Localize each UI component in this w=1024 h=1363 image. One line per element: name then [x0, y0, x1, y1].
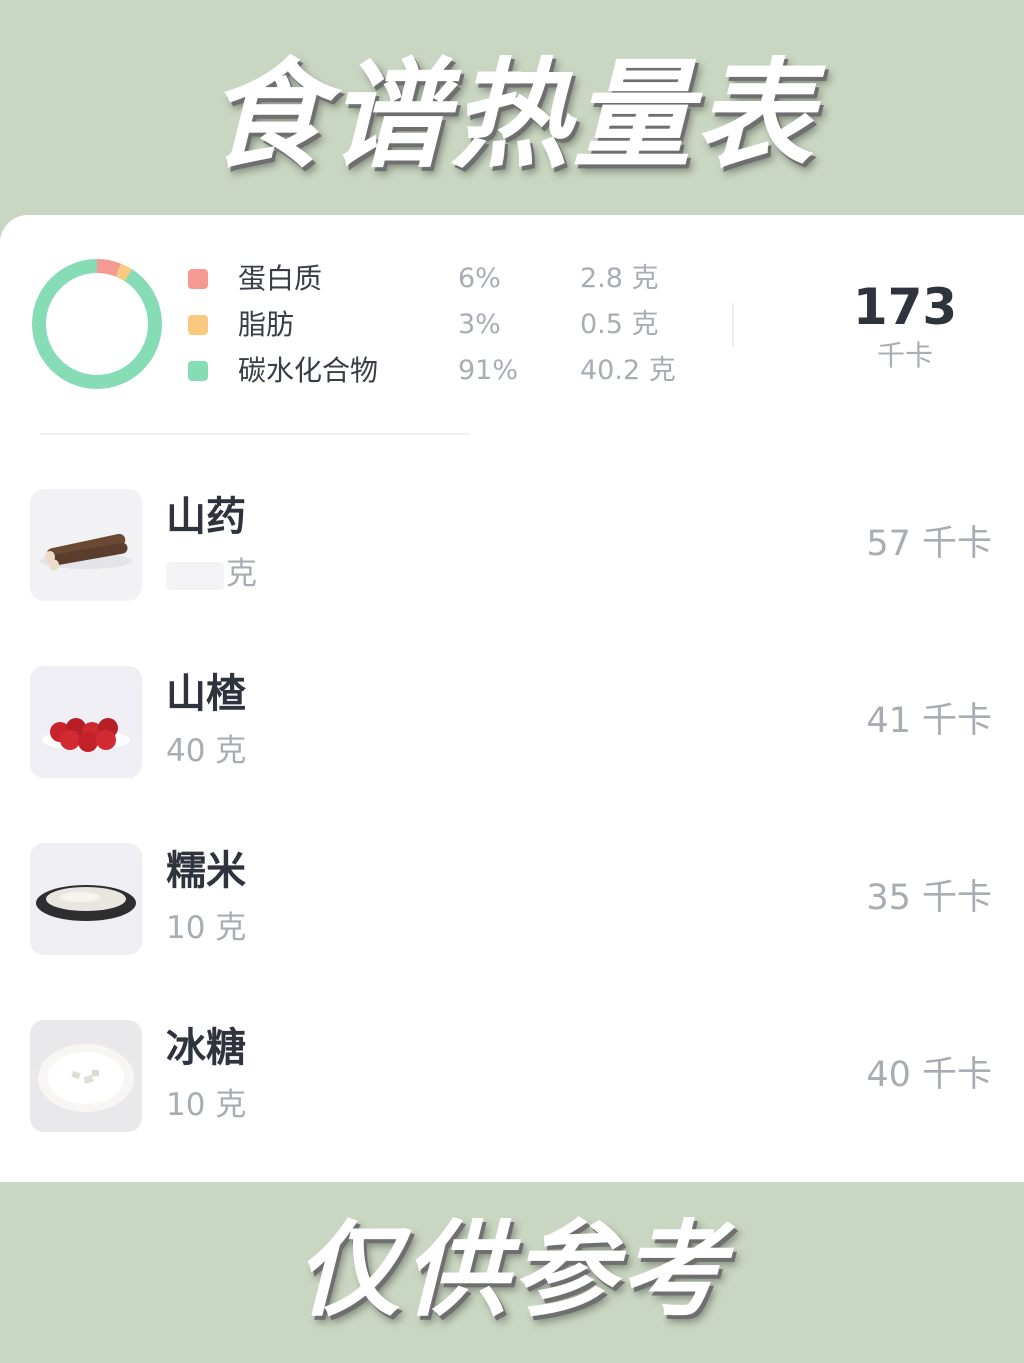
legend-label: 蛋白质	[238, 262, 323, 295]
legend-label: 碳水化合物	[238, 354, 379, 387]
macro-legend: 蛋白质 6% 2.8 克 脂肪 3% 0.5 克 碳水化合物 91% 40.2 …	[188, 259, 708, 397]
rice-image	[30, 843, 142, 955]
legend-percent: 6%	[458, 263, 501, 294]
fat-color-dot	[188, 315, 208, 335]
protein-color-dot	[188, 269, 208, 289]
legend-percent: 91%	[458, 355, 519, 386]
total-calories: 173	[852, 278, 958, 336]
ingredient-weight: 10 克	[166, 910, 247, 946]
ingredient-name: 山药	[166, 494, 246, 540]
carbs-color-dot	[188, 361, 208, 381]
legend-percent: 3%	[458, 309, 501, 340]
ingredient-name: 糯米	[166, 848, 246, 894]
donut-slice-carbs	[32, 259, 162, 389]
total-calories-unit: 千卡	[876, 339, 933, 372]
ingredient-calories: 35 千卡	[866, 878, 992, 918]
disclaimer-title: 仅供参考	[295, 1209, 728, 1331]
ingredient-weight: 10 克	[166, 1087, 247, 1123]
legend-amount: 40.2 克	[580, 355, 676, 386]
section-divider	[40, 433, 470, 435]
ingredient-calories: 41 千卡	[866, 701, 992, 741]
ingredient-weight-unit: 克	[226, 556, 257, 592]
ingredient-calories: 40 千卡	[866, 1055, 992, 1095]
summary-divider	[732, 303, 734, 347]
legend-row-protein: 蛋白质 6% 2.8 克	[188, 259, 708, 305]
ingredient-weight: 克	[166, 555, 257, 593]
rock-sugar-image	[30, 1020, 142, 1132]
ingredient-name: 冰糖	[166, 1025, 246, 1071]
ingredient-row[interactable]: 山药 克 57 千卡	[0, 489, 1024, 601]
recipe-card: 蛋白质 6% 2.8 克 脂肪 3% 0.5 克 碳水化合物 91% 40.2 …	[0, 215, 1024, 1182]
ingredient-row[interactable]: 冰糖 10 克 40 千卡	[0, 1020, 1024, 1132]
legend-row-carbs: 碳水化合物 91% 40.2 克	[188, 351, 708, 397]
legend-amount: 2.8 克	[580, 263, 659, 294]
ingredient-calories: 57 千卡	[866, 524, 992, 564]
ingredient-name: 山楂	[166, 671, 246, 717]
yam-image	[30, 489, 142, 601]
macro-donut-chart	[32, 259, 162, 389]
legend-label: 脂肪	[238, 308, 295, 341]
hawthorn-image	[30, 666, 142, 778]
ingredient-weight: 40 克	[166, 733, 247, 769]
ingredient-row[interactable]: 糯米 10 克 35 千卡	[0, 843, 1024, 955]
ingredient-row[interactable]: 山楂 40 克 41 千卡	[0, 666, 1024, 778]
legend-row-fat: 脂肪 3% 0.5 克	[188, 305, 708, 351]
page-title: 食谱热量表	[206, 46, 817, 184]
page: 食谱热量表 蛋白质 6% 2.8 克 脂肪 3% 0.5 克 碳水化合物 91%…	[0, 0, 1024, 1363]
legend-amount: 0.5 克	[580, 309, 659, 340]
